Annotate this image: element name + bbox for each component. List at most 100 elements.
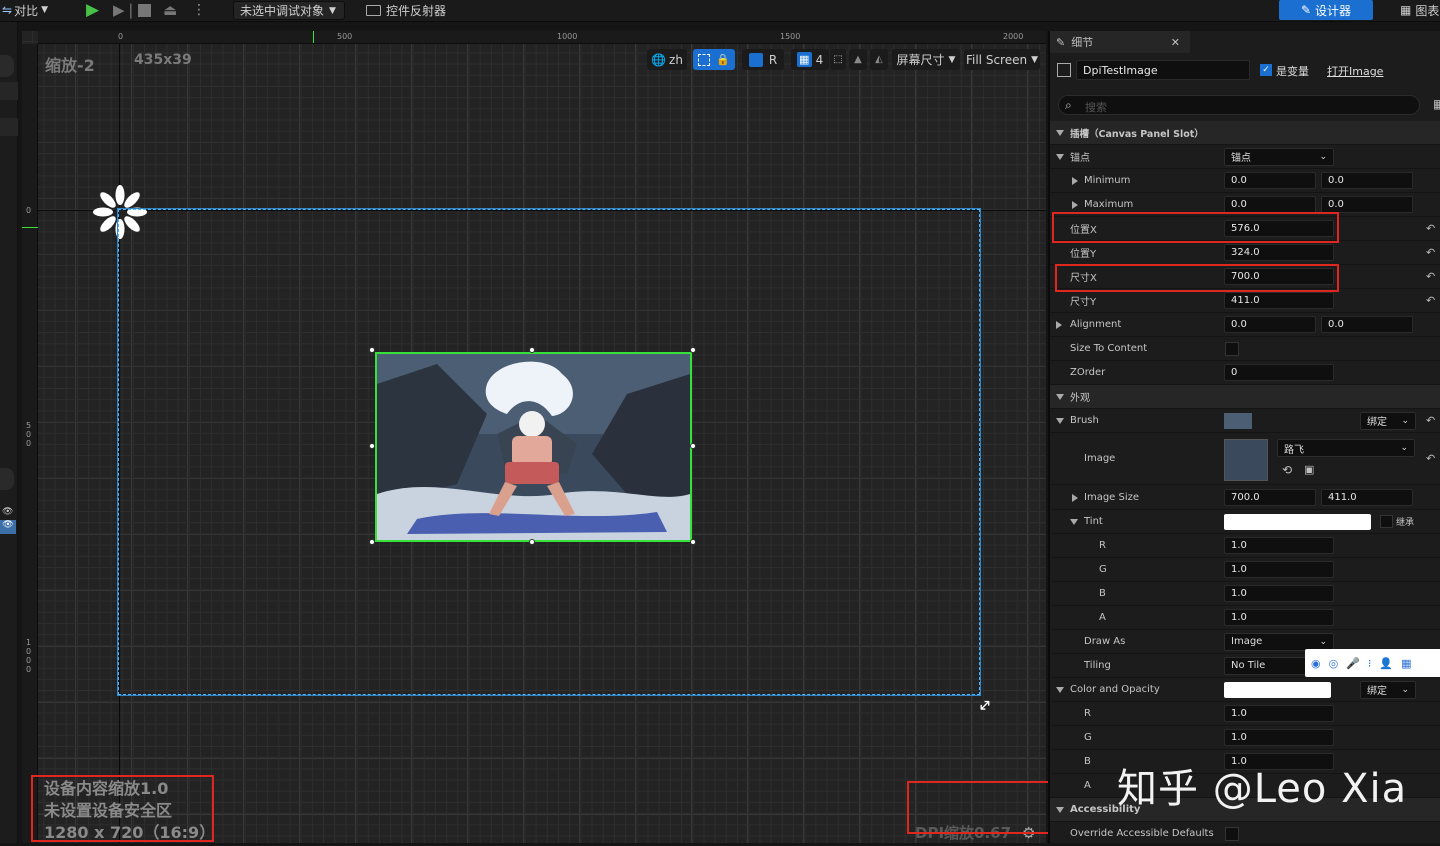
visibility-icon[interactable]: 👁 [2,507,13,517]
size-to-content-label: Size To Content [1070,343,1148,354]
expand-icon[interactable] [1056,153,1064,160]
resize-handle[interactable] [529,539,535,545]
details-tab[interactable]: ✎ 细节 ✕ [1050,31,1190,53]
resize-handle[interactable] [690,539,696,545]
ime-toolbar[interactable]: ◉ ◎ 🎤 ⁝ 👤 ▦ [1305,649,1440,677]
tint-r-field[interactable]: 1.0 [1224,537,1334,554]
browse-folder-icon[interactable]: ▣ [1304,463,1314,476]
reset-icon[interactable]: ↶ [1426,452,1435,465]
eject-button[interactable]: ⏏ [163,0,177,20]
resize-handle[interactable] [690,347,696,353]
tint-g-field[interactable]: 1.0 [1224,561,1334,578]
designer-label: 设计器 [1315,3,1352,18]
respect-locks-toggle[interactable]: R [742,49,784,70]
zorder-field[interactable]: 0 [1224,364,1334,381]
step-button[interactable]: ▶❘ [113,0,137,20]
fill-screen-label: Fill Screen [965,52,1028,67]
color-r-field[interactable]: 1.0 [1224,705,1334,722]
visibility-icon[interactable]: 👁 [0,520,16,534]
minimum-x-field[interactable]: 0.0 [1224,172,1316,189]
flip-icon[interactable]: ◭ [870,49,888,70]
maximum-x-field[interactable]: 0.0 [1224,196,1316,213]
anchors-dropdown[interactable]: 锚点 ⌄ [1224,147,1334,166]
brush-label: Brush [1070,415,1099,426]
widget-name-field[interactable]: DpiTestImage [1076,60,1250,80]
expand-icon[interactable] [1070,518,1078,525]
search-bar[interactable]: ⌕ 搜索 [1058,95,1420,115]
image-size-x-field[interactable]: 700.0 [1224,489,1316,506]
image-size-y-field[interactable]: 411.0 [1321,489,1413,506]
strip-tab[interactable] [0,468,14,490]
override-accessible-checkbox[interactable] [1225,827,1239,841]
reset-icon[interactable]: ↶ [1426,246,1435,259]
alignment-x-field[interactable]: 0.0 [1224,316,1316,333]
reset-icon[interactable]: ↶ [1426,222,1435,235]
open-image-link[interactable]: 打开Image [1327,63,1383,79]
expand-icon[interactable] [1072,176,1078,185]
selected-image-widget[interactable] [375,352,692,542]
slot-section[interactable]: 插槽（Canvas Panel Slot） [1050,121,1440,145]
size-y-field[interactable]: 411.0 [1224,292,1334,309]
expand-icon[interactable] [1072,493,1078,502]
background-image-icon[interactable]: ▲ [849,49,867,70]
ruler-top: 0 500 1000 1500 2000 [38,31,1046,44]
reflector-icon [366,4,381,16]
chevron-down-icon: ⌄ [1319,636,1327,647]
expand-icon[interactable] [1072,200,1078,209]
reset-icon[interactable]: ↶ [1426,294,1435,307]
expand-icon[interactable] [1056,320,1062,329]
dashed-outline-toggle[interactable]: 🔒 [693,49,735,70]
expand-icon[interactable] [1056,417,1064,424]
widget-reflector-button[interactable]: 控件反射器 [366,0,446,20]
minimum-y-field[interactable]: 0.0 [1321,172,1413,189]
bind-dropdown[interactable]: 绑定 ⌄ [1360,411,1416,430]
localization-preview-button[interactable]: 🌐 zh [647,49,687,70]
image-asset-dropdown[interactable]: 路飞 ⌄ [1277,439,1415,457]
tint-color-swatch[interactable] [1224,514,1371,530]
screen-size-label: 屏幕尺寸 [896,53,945,67]
strip-tab[interactable] [0,118,18,136]
more-options-icon[interactable]: ⋮ [192,0,206,20]
color-g-field[interactable]: 1.0 [1224,729,1334,746]
reset-icon[interactable]: ↶ [1426,414,1435,427]
bind-dropdown[interactable]: 绑定 ⌄ [1360,680,1416,699]
color-opacity-swatch[interactable] [1224,682,1331,698]
resize-handle[interactable] [529,347,535,353]
resize-handle[interactable] [690,443,696,449]
compare-dropdown[interactable]: ⇋ 对比 ▼ [2,0,48,20]
draw-as-dropdown[interactable]: Image ⌄ [1224,632,1334,651]
select-icon[interactable]: ⬚ [830,49,846,70]
debug-target-dropdown[interactable]: 未选中调试对象 ▼ [233,1,345,20]
resize-handle[interactable] [369,443,375,449]
use-selected-icon[interactable]: ⟲ [1282,463,1292,477]
maximum-y-field[interactable]: 0.0 [1321,196,1413,213]
tint-b-field[interactable]: 1.0 [1224,585,1334,602]
is-variable-checkbox[interactable]: ✓ [1260,64,1272,76]
reset-icon[interactable]: ↶ [1426,270,1435,283]
strip-tab[interactable] [0,82,18,100]
size-to-content-checkbox[interactable] [1225,342,1239,356]
resize-handle[interactable] [369,539,375,545]
position-y-field[interactable]: 324.0 [1224,244,1334,261]
graph-mode-button[interactable]: ▦ 图表 [1400,0,1439,20]
designer-mode-button[interactable]: ✎ 设计器 [1279,0,1373,20]
close-icon[interactable]: ✕ [1171,36,1180,49]
ruler-tick-label: 500 [337,32,353,41]
appearance-section[interactable]: 外观 [1050,385,1440,409]
table-view-icon[interactable]: ▦ [1433,97,1440,111]
stop-button[interactable] [138,0,151,20]
expand-icon[interactable] [1056,686,1064,693]
fill-screen-dropdown[interactable]: Fill Screen ▼ [964,49,1040,70]
ime-logo-icon: ◉ [1311,656,1321,670]
tint-a-field[interactable]: 1.0 [1224,609,1334,626]
inherit-checkbox[interactable] [1380,515,1393,528]
image-asset-thumbnail[interactable] [1224,439,1268,481]
resize-handle[interactable] [369,347,375,353]
play-button[interactable]: ▶ [86,0,99,20]
chevron-down-icon: ▼ [41,5,48,15]
strip-tab[interactable] [0,55,14,77]
screen-size-dropdown[interactable]: 屏幕尺寸 ▼ [892,49,960,70]
grid-snap-toggle[interactable]: ▦ 4 [791,49,829,70]
tint-g-row: G 1.0 [1050,558,1440,582]
alignment-y-field[interactable]: 0.0 [1321,316,1413,333]
